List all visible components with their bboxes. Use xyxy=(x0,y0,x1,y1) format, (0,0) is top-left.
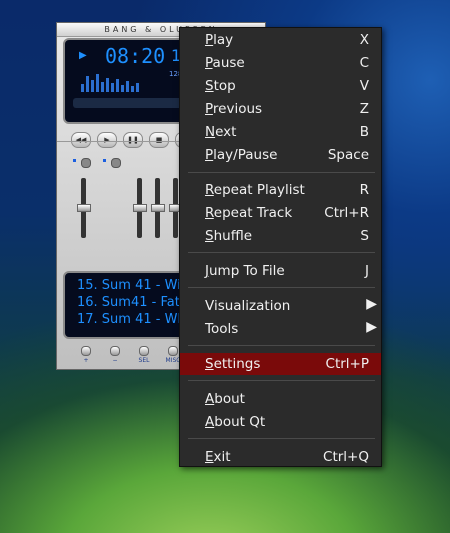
eq-on-led[interactable] xyxy=(81,158,91,168)
menu-item-repeat-track[interactable]: Repeat Track Ctrl+R xyxy=(180,202,381,224)
submenu-arrow-icon: ▶ xyxy=(366,296,377,312)
shortcut-label: C xyxy=(359,55,369,71)
time-display: 08:20 xyxy=(105,44,166,68)
shortcut-label: Ctrl+Q xyxy=(323,449,369,465)
menu-item-settings[interactable]: Settings Ctrl+P xyxy=(180,353,381,375)
submenu-arrow-icon: ▶ xyxy=(366,319,377,335)
menu-item-previous[interactable]: Previous Z xyxy=(180,98,381,120)
remove-button[interactable]: − xyxy=(104,346,126,364)
menu-separator xyxy=(188,287,375,288)
play-indicator-icon: ▶ xyxy=(79,50,87,61)
menu-item-about[interactable]: About xyxy=(180,388,381,410)
menu-separator xyxy=(188,172,375,173)
menu-separator xyxy=(188,345,375,346)
menu-item-pause[interactable]: Pause C xyxy=(180,52,381,74)
menu-item-shuffle[interactable]: Shuffle S xyxy=(180,225,381,247)
shortcut-label: V xyxy=(359,78,369,94)
menu-item-jump-to-file[interactable]: Jump To File J xyxy=(180,260,381,282)
shortcut-label: Z xyxy=(359,101,369,117)
eq-auto-led[interactable] xyxy=(111,158,121,168)
menu-item-play-pause[interactable]: Play/Pause Space xyxy=(180,144,381,166)
shortcut-label: J xyxy=(365,263,369,279)
menu-item-next[interactable]: Next B xyxy=(180,121,381,143)
playlist-buttons: + − SEL MISC xyxy=(75,346,191,366)
menu-item-play[interactable]: Play X xyxy=(180,29,381,51)
menu-separator xyxy=(188,252,375,253)
shortcut-label: Ctrl+P xyxy=(325,356,369,372)
context-menu: Play X Pause C Stop V Previous Z Next B Play/… xyxy=(179,27,382,467)
menu-item-repeat-playlist[interactable]: Repeat Playlist R xyxy=(180,179,381,201)
shortcut-label: B xyxy=(359,124,369,140)
spectrum-analyzer xyxy=(81,70,151,92)
menu-item-tools[interactable]: Tools ▶ xyxy=(180,318,381,340)
add-button[interactable]: + xyxy=(75,346,97,364)
shortcut-label: S xyxy=(360,228,369,244)
menu-item-stop[interactable]: Stop V xyxy=(180,75,381,97)
menu-item-visualization[interactable]: Visualization ▶ xyxy=(180,295,381,317)
menu-item-about-qt[interactable]: About Qt xyxy=(180,411,381,433)
menu-separator xyxy=(188,380,375,381)
select-button[interactable]: SEL xyxy=(133,346,155,364)
shortcut-label: X xyxy=(359,32,369,48)
shortcut-label: Space xyxy=(327,147,369,163)
menu-separator xyxy=(188,438,375,439)
shortcut-label: Ctrl+R xyxy=(324,205,369,221)
menu-item-exit[interactable]: Exit Ctrl+Q xyxy=(180,446,381,468)
shortcut-label: R xyxy=(359,182,369,198)
